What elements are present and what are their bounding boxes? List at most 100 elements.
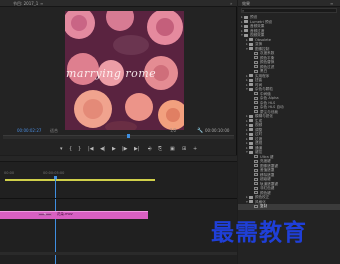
- wrench-icon[interactable]: 🔧: [197, 128, 203, 134]
- effects-row-label: 实用程序: [255, 73, 270, 78]
- effects-tree: ▸ 预设 ▸ Lumetri 预设 ▸ 音频效果 ▸ 音频过渡 ▾ 视频效果 ▸ Obsolete ▸ 变…: [238, 15, 340, 215]
- effects-row-label: 音频效果: [250, 24, 265, 28]
- effects-header: [238, 0, 340, 7]
- transport-controls: ▾ { } |◀ ◀| ▶ |▶ ▶| ⎆ ⎘ ▣ ⊞ +: [60, 146, 200, 152]
- effects-tab[interactable]: 效果: [242, 1, 250, 7]
- effects-row-label: 中间值: [260, 91, 271, 96]
- play-button[interactable]: ▶: [112, 146, 116, 152]
- step-forward-button[interactable]: |▶: [122, 146, 128, 152]
- folder-icon: [249, 141, 253, 145]
- effects-row-label: 生成: [255, 118, 263, 123]
- effect-icon: [254, 177, 258, 181]
- panel-menu-icon[interactable]: ≡: [40, 1, 43, 6]
- timeline-panel: 00:00 00:00:05:00 fx 花朵.mov: [0, 156, 237, 264]
- playback-resolution-dropdown[interactable]: 1/2: [170, 128, 176, 133]
- effects-search-input[interactable]: [241, 8, 337, 13]
- folder-icon: [249, 132, 253, 136]
- effects-row-label: 亮度键: [260, 159, 271, 163]
- timeline-playhead-line[interactable]: [55, 176, 56, 264]
- effects-row-label: 视频: [255, 123, 263, 127]
- folder-icon: [244, 15, 248, 19]
- effect-icon: [254, 155, 258, 158]
- panel-overflow-chevron-icon[interactable]: »: [230, 1, 232, 6]
- folder-icon: [249, 150, 253, 154]
- effect-icon: [254, 65, 258, 68]
- folder-icon: [249, 137, 253, 140]
- step-back-button[interactable]: ◀|: [100, 146, 106, 152]
- monitor-title[interactable]: 节目: 2017_1: [13, 1, 38, 7]
- safe-margins-button[interactable]: ⊞: [182, 146, 186, 152]
- clip-fx-badge[interactable]: fx: [38, 213, 52, 216]
- folder-icon: [249, 195, 253, 199]
- effects-row-label: 超级键: [260, 177, 271, 181]
- monitor-scrub-bar[interactable]: [3, 135, 234, 139]
- folder-icon: [249, 42, 253, 46]
- effects-row-label: 图像控制: [255, 46, 270, 51]
- folder-icon: [244, 24, 248, 28]
- folder-icon: [249, 114, 253, 118]
- clip-name: 花朵.mov: [57, 212, 73, 216]
- watermark-text: 最需教育: [211, 219, 307, 246]
- effects-row-label: 通道: [255, 145, 263, 150]
- effect-icon: [254, 92, 258, 95]
- effects-row-label: 预设: [250, 15, 258, 19]
- effects-row-label: 复制: [260, 204, 268, 208]
- export-frame-button[interactable]: ▣: [170, 146, 175, 152]
- monitor-playhead[interactable]: [127, 134, 130, 138]
- effects-row-label: 过时: [255, 132, 263, 136]
- zoom-fit-dropdown[interactable]: 适合: [50, 128, 58, 134]
- effects-row-label: 杂色 HLS 自动: [260, 105, 284, 109]
- go-to-out-button[interactable]: ▶|: [134, 146, 140, 152]
- timeline-ruler-start: 00:00: [4, 171, 15, 175]
- effect-icon: [254, 173, 258, 176]
- effects-row-label: 变换: [255, 42, 263, 46]
- effects-row-label: 杂色与颗粒: [255, 87, 273, 91]
- timeline-playhead-handle[interactable]: [54, 176, 57, 179]
- folder-icon: [249, 83, 253, 86]
- effects-menu-icon[interactable]: ≡: [330, 1, 333, 6]
- effect-icon: [254, 69, 258, 73]
- lift-button[interactable]: ⎆: [148, 146, 152, 152]
- timeline-scrollbar[interactable]: [0, 252, 237, 255]
- effects-row-label: 调整: [255, 127, 263, 132]
- go-to-in-button[interactable]: |◀: [88, 146, 94, 152]
- folder-icon: [249, 78, 253, 82]
- effects-row-label: 非红色键: [260, 186, 275, 190]
- effects-row-label: 颜色替换: [260, 60, 275, 64]
- button-editor-button[interactable]: +: [193, 146, 197, 152]
- effects-row-label: 键控: [255, 150, 263, 154]
- program-monitor-panel: 节目: 2017_1 ≡ » marrying rome 00:00:02:27…: [0, 0, 237, 155]
- effect-icon: [254, 105, 258, 109]
- mark-in-button[interactable]: {: [69, 146, 72, 152]
- video-preview-frame: marrying rome: [65, 11, 184, 130]
- effects-row-label: 移除遮罩: [260, 172, 275, 177]
- effects-row-label: 黑白: [260, 69, 268, 73]
- search-icon: ⌕: [242, 8, 245, 13]
- folder-icon: [249, 123, 253, 127]
- effects-row-label: 图像遮罩键: [260, 163, 278, 168]
- effects-row-label: 扭曲: [255, 78, 263, 82]
- add-marker-button[interactable]: ▾: [60, 146, 63, 152]
- effects-row-label: Obsolete: [255, 37, 272, 42]
- timeline-header: [0, 156, 237, 162]
- effects-item[interactable]: 复制: [238, 204, 340, 210]
- effects-row-label: 透视: [255, 141, 263, 145]
- folder-icon: [249, 146, 253, 149]
- track-divider[interactable]: [0, 198, 237, 199]
- work-area-bar[interactable]: [5, 179, 155, 181]
- effects-row-label: 差值遮罩: [260, 168, 275, 172]
- effects-row-label: Lumetri 预设: [250, 19, 273, 24]
- effect-icon: [254, 96, 258, 100]
- effects-row-label: 蒙尘与划痕: [260, 109, 278, 114]
- effect-icon: [254, 191, 258, 194]
- extract-button[interactable]: ⎘: [158, 146, 162, 152]
- effect-icon: [254, 168, 258, 172]
- folder-icon: [249, 128, 253, 131]
- video-clip[interactable]: [0, 211, 148, 219]
- effect-icon: [254, 204, 258, 208]
- effect-icon: [254, 101, 258, 104]
- mark-out-button[interactable]: }: [78, 146, 81, 152]
- effects-row-label: 过渡: [255, 136, 263, 141]
- playhead-timecode[interactable]: 00:00:02:27: [17, 128, 41, 133]
- effect-icon: [254, 51, 258, 55]
